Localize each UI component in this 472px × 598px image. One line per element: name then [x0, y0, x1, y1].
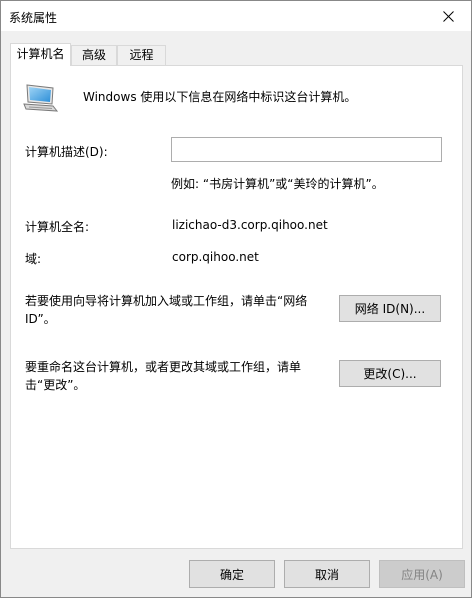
system-properties-window: 系统属性 计算机名 高级 远程 Windows 使用以下信息在网络中标识这台计算… — [0, 0, 472, 598]
network-id-button[interactable]: 网络 ID(N)... — [339, 295, 441, 322]
full-name-label: 计算机全名: — [25, 220, 90, 234]
domain-value: corp.qihoo.net — [172, 250, 259, 264]
window-title: 系统属性 — [9, 11, 58, 25]
domain-label: 域: — [25, 252, 42, 266]
tab-advanced[interactable]: 高级 — [71, 45, 117, 65]
computer-icon — [23, 84, 59, 112]
close-button[interactable] — [425, 1, 471, 31]
full-name-value: lizichao-d3.corp.qihoo.net — [172, 218, 328, 232]
change-text: 要重命名这台计算机，或者更改其域或工作组，请单击“更改”。 — [25, 360, 302, 392]
change-button[interactable]: 更改(C)... — [339, 360, 441, 387]
intro-text: Windows 使用以下信息在网络中标识这台计算机。 — [83, 90, 357, 104]
ok-button[interactable]: 确定 — [189, 560, 275, 588]
apply-button[interactable]: 应用(A) — [379, 560, 465, 588]
computer-name-panel: Windows 使用以下信息在网络中标识这台计算机。 计算机描述(D): 例如:… — [10, 65, 463, 549]
tab-computer-name[interactable]: 计算机名 — [10, 43, 71, 66]
tab-remote[interactable]: 远程 — [117, 45, 166, 65]
description-input[interactable] — [171, 137, 442, 162]
description-example: 例如: “书房计算机”或“美玲的计算机”。 — [171, 177, 384, 191]
cancel-button[interactable]: 取消 — [284, 560, 370, 588]
network-id-text: 若要使用向导将计算机加入域或工作组，请单击“网络 ID”。 — [25, 294, 308, 326]
close-icon — [442, 10, 454, 22]
description-label: 计算机描述(D): — [25, 145, 108, 159]
title-bar: 系统属性 — [1, 1, 471, 31]
